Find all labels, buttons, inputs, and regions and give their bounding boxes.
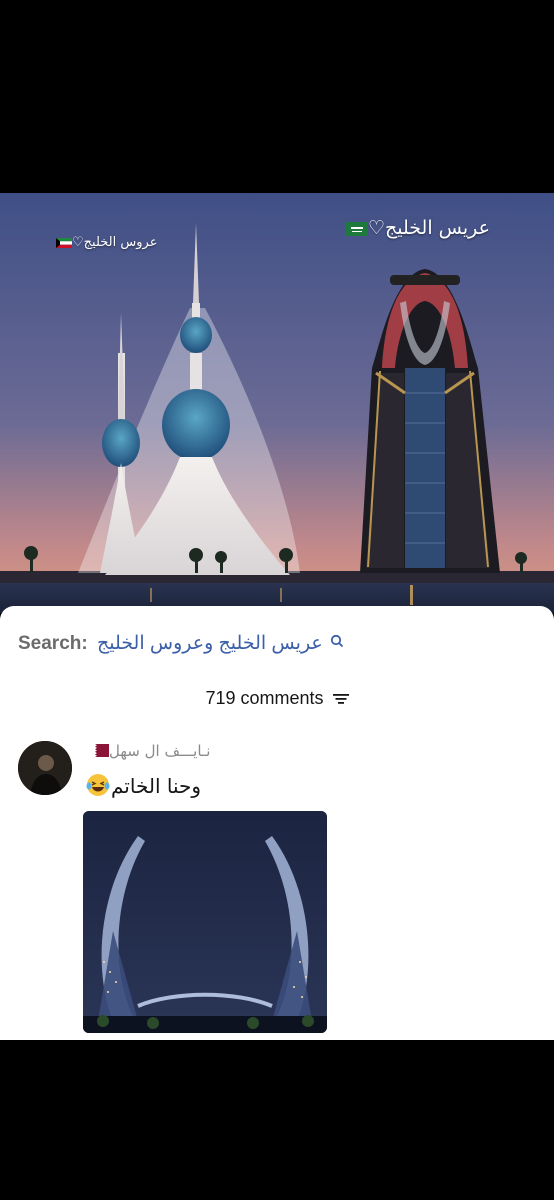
laughing-tears-emoji-icon xyxy=(85,772,111,803)
towers-illustration xyxy=(0,193,554,613)
top-status-area xyxy=(0,0,554,193)
caption-bride: عروس الخليج♡ xyxy=(52,235,157,250)
comment-image[interactable] xyxy=(83,811,327,1033)
search-suggestion[interactable]: Search: عريس الخليج وعروس الخليج xyxy=(18,632,344,655)
search-icon xyxy=(330,632,344,654)
kuwait-flag-icon xyxy=(56,237,72,248)
comment-username[interactable]: نـايـــف ال سهل xyxy=(85,742,210,761)
comments-sheet: Search: عريس الخليج وعروس الخليج 719 com… xyxy=(0,606,554,1040)
search-query-link[interactable]: عريس الخليج وعروس الخليج xyxy=(97,633,323,654)
comment-text: وحنا الخاتم xyxy=(111,774,202,798)
filter-icon[interactable] xyxy=(332,689,349,710)
caption-bride-text: عروس الخليج xyxy=(83,235,158,250)
search-label: Search: xyxy=(18,633,88,654)
white-heart-icon: ♡ xyxy=(367,217,385,239)
comments-count-text: 719 comments xyxy=(205,688,324,708)
post-image[interactable]: عريس الخليج♡ عروس الخليج♡ xyxy=(0,193,554,613)
caption-groom: عريس الخليج♡ xyxy=(342,217,490,239)
avatar[interactable] xyxy=(18,741,72,795)
saudi-flag-icon xyxy=(345,221,368,236)
username-text: نـايـــف ال سهل xyxy=(109,742,211,760)
crescent-towers-image xyxy=(83,811,327,1033)
comments-count-header: 719 comments xyxy=(0,688,554,710)
comment-body: وحنا الخاتم xyxy=(85,772,201,803)
bottom-area xyxy=(0,1040,554,1200)
white-heart-icon: ♡ xyxy=(72,235,84,250)
caption-groom-text: عريس الخليج xyxy=(385,217,490,239)
qatar-flag-icon xyxy=(89,743,109,761)
